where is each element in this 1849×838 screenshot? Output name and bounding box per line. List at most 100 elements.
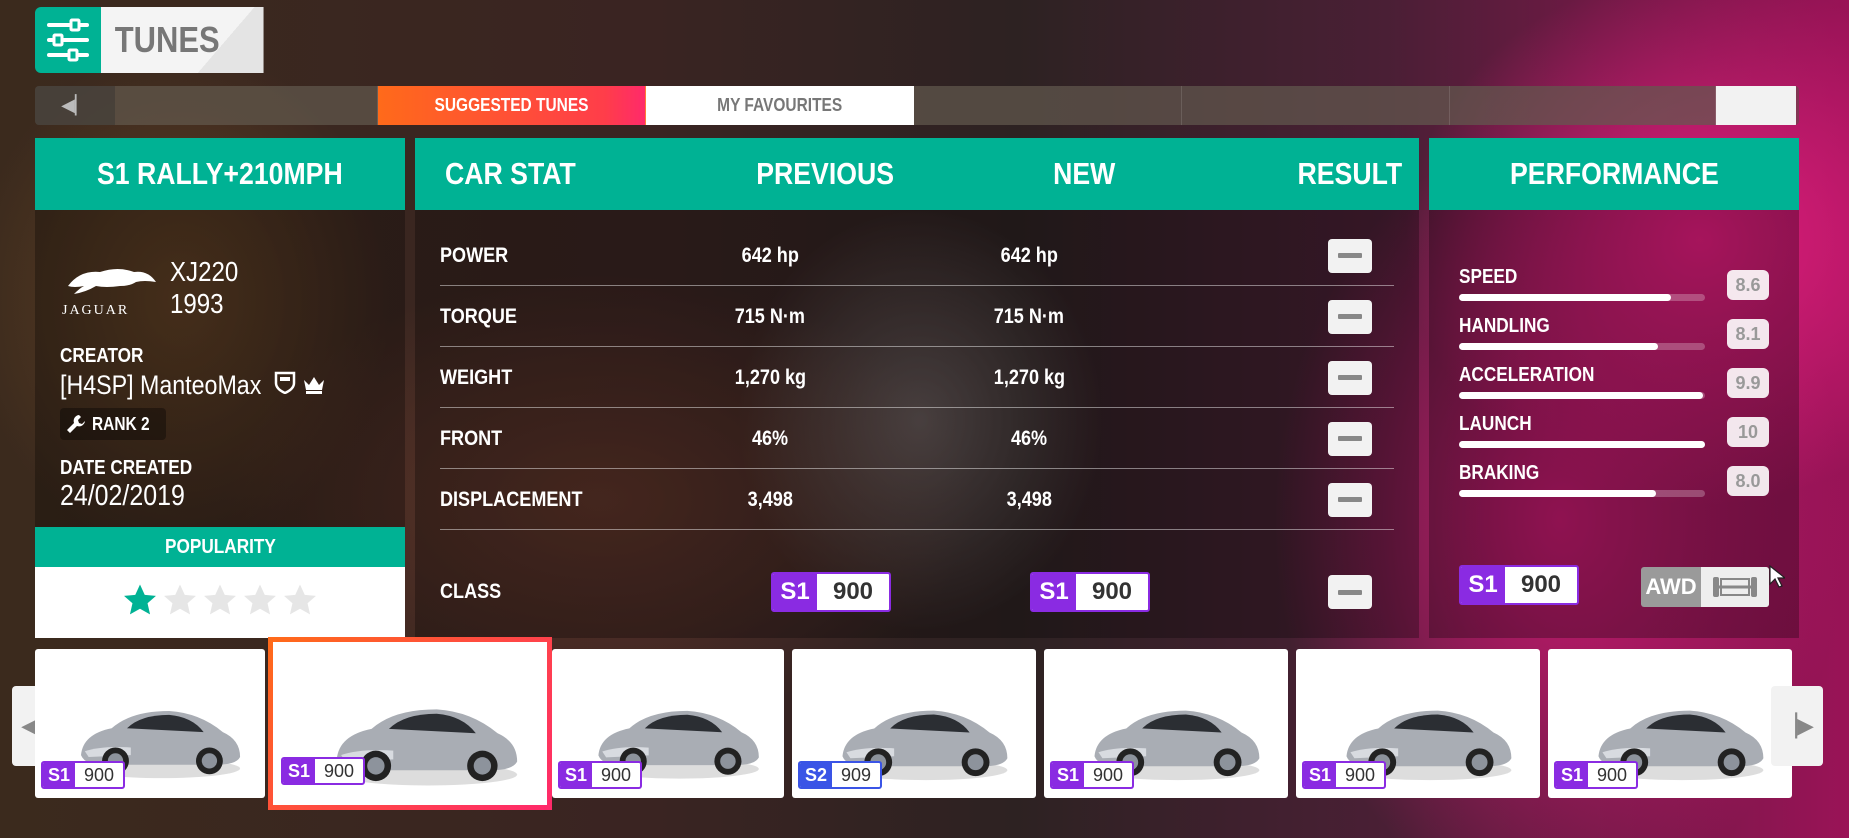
- star-icon: [202, 583, 238, 622]
- perf-label: HANDLING: [1459, 315, 1550, 337]
- perf-label: LAUNCH: [1459, 413, 1532, 435]
- result-neutral-icon: [1328, 299, 1372, 334]
- result-neutral-icon: [1328, 421, 1372, 456]
- stat-header: CAR STAT PREVIOUS NEW RESULT: [415, 138, 1419, 210]
- result-neutral-icon: [1328, 238, 1372, 273]
- stat-new: 3,498: [1006, 487, 1052, 511]
- perf-label: ACCELERATION: [1459, 364, 1595, 386]
- prev-tab-icon[interactable]: ◀▏: [35, 86, 115, 125]
- perf-label: BRAKING: [1459, 462, 1540, 484]
- car-card[interactable]: S1 900: [1548, 649, 1792, 798]
- car-card[interactable]: S1 900: [1044, 649, 1288, 798]
- shield-icon: [274, 370, 296, 401]
- car-class-badge: S1 900: [41, 761, 125, 789]
- col-car-stat: CAR STAT: [445, 156, 576, 191]
- carousel-next-icon[interactable]: ▕▶: [1771, 686, 1823, 766]
- tab-suggested-tunes[interactable]: SUGGESTED TUNES: [378, 86, 646, 125]
- car-class-badge: S1 900: [1050, 761, 1134, 789]
- stat-label: WEIGHT: [440, 365, 513, 389]
- date-label: DATE CREATED: [60, 457, 193, 479]
- result-neutral-icon: [1328, 575, 1372, 609]
- car-class-badge: S1 900: [281, 757, 365, 785]
- stat-previous: 1,270 kg: [734, 365, 806, 389]
- car-card[interactable]: S1 900: [1296, 649, 1540, 798]
- star-icon: [162, 583, 198, 622]
- stat-row: TORQUE 715 N·m 715 N·m: [440, 287, 1394, 347]
- stat-row: DISPLACEMENT 3,498 3,498: [440, 470, 1394, 530]
- crown-icon: [302, 370, 326, 401]
- result-neutral-icon: [1328, 360, 1372, 395]
- stat-label: CLASS: [440, 580, 502, 603]
- perf-bar: [1459, 490, 1705, 497]
- car-year: 1993: [170, 288, 224, 319]
- drivetrain-badge: AWD: [1641, 567, 1769, 607]
- stat-label: POWER: [440, 243, 509, 267]
- performance-panel: PERFORMANCE SPEED 8.6 HANDLING 8.1 ACCELERAT…: [1429, 138, 1799, 638]
- drivetrain-icon: [1701, 567, 1769, 607]
- jaguar-logo: JAGUAR: [60, 256, 160, 318]
- car-class-badge: S1 900: [1302, 761, 1386, 789]
- car-card[interactable]: S1 900: [552, 649, 784, 798]
- car-card[interactable]: S1 900: [35, 649, 265, 798]
- car-card[interactable]: S1 900: [268, 637, 552, 810]
- perf-bar: [1459, 343, 1705, 350]
- stat-label: DISPLACEMENT: [440, 487, 583, 511]
- wrench-icon: [60, 413, 92, 435]
- perf-stat-braking: BRAKING 8.0: [1459, 462, 1769, 497]
- stat-label: TORQUE: [440, 304, 517, 328]
- car-card[interactable]: S2 909: [792, 649, 1036, 798]
- stat-previous: 46%: [751, 426, 789, 450]
- perf-stat-speed: SPEED 8.6: [1459, 266, 1769, 301]
- stat-new: 715 N·m: [993, 304, 1065, 328]
- stat-previous: 3,498: [747, 487, 793, 511]
- car-stat-panel: CAR STAT PREVIOUS NEW RESULT POWER 642 hp…: [415, 138, 1419, 638]
- tab-empty: [1450, 86, 1716, 125]
- perf-value: 9.9: [1727, 368, 1769, 398]
- performance-class-badge: S1 900: [1459, 565, 1579, 605]
- new-class-badge: S1 900: [1030, 572, 1150, 612]
- tab-my-favourites[interactable]: MY FAVOURITES: [646, 86, 914, 125]
- tune-sliders-icon: [35, 7, 101, 73]
- stat-row: FRONT 46% 46%: [440, 409, 1394, 469]
- perf-value: 10: [1727, 417, 1769, 447]
- popularity-stars: [35, 567, 405, 638]
- car-class-badge: S1 900: [1554, 761, 1638, 789]
- perf-label: SPEED: [1459, 266, 1518, 288]
- stat-new: 1,270 kg: [993, 365, 1065, 389]
- stat-label: FRONT: [440, 426, 503, 450]
- page-title: TUNES: [101, 7, 264, 73]
- col-previous: PREVIOUS: [756, 156, 895, 191]
- car-model: XJ220: [170, 256, 239, 287]
- star-icon: [282, 583, 318, 622]
- stat-new: 46%: [1010, 426, 1048, 450]
- col-result: RESULT: [1297, 156, 1403, 191]
- car-class-badge: S1 900: [558, 761, 642, 789]
- stat-previous: 715 N·m: [734, 304, 806, 328]
- performance-title: PERFORMANCE: [1429, 138, 1799, 210]
- perf-bar: [1459, 294, 1705, 301]
- perf-stat-acceleration: ACCELERATION 9.9: [1459, 364, 1769, 399]
- stat-row: POWER 642 hp 642 hp: [440, 226, 1394, 286]
- creator-label: CREATOR: [60, 345, 144, 367]
- tab-empty: [914, 86, 1182, 125]
- perf-value: 8.0: [1727, 466, 1769, 496]
- stat-new: 642 hp: [1000, 243, 1058, 267]
- perf-value: 8.6: [1727, 270, 1769, 300]
- svg-text:JAGUAR: JAGUAR: [62, 303, 129, 316]
- creator-name[interactable]: [H4SP] ManteoMax: [60, 370, 326, 401]
- date-created: 24/02/2019: [60, 480, 185, 512]
- popularity-label: POPULARITY: [35, 527, 405, 567]
- next-tab-icon[interactable]: ▕▶: [1716, 86, 1796, 125]
- perf-bar: [1459, 392, 1705, 399]
- star-icon: [242, 583, 278, 622]
- tab-empty: [1182, 86, 1450, 125]
- mouse-cursor-icon: [1769, 564, 1787, 594]
- class-row: CLASS S1 900 S1 900: [440, 557, 1394, 627]
- star-icon: [122, 583, 158, 622]
- rank-badge: RANK 2: [60, 408, 166, 440]
- tab-bar: ◀▏ SUGGESTED TUNES MY FAVOURITES ▕▶: [35, 86, 1799, 125]
- perf-stat-handling: HANDLING 8.1: [1459, 315, 1769, 350]
- col-new: NEW: [1052, 156, 1116, 191]
- stat-row: WEIGHT 1,270 kg 1,270 kg: [440, 348, 1394, 408]
- car-class-badge: S2 909: [798, 761, 882, 789]
